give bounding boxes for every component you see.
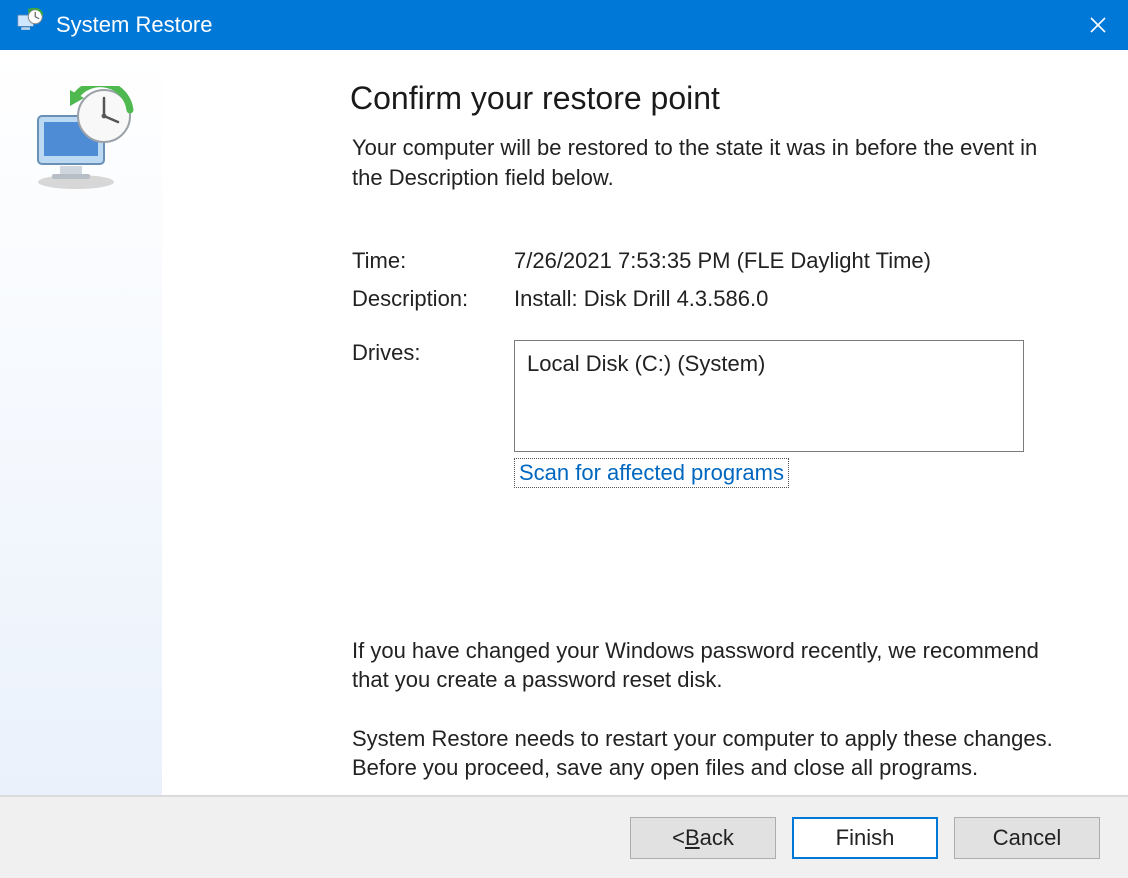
time-label: Time: xyxy=(352,248,514,274)
password-note: If you have changed your Windows passwor… xyxy=(352,636,1068,694)
restart-note: System Restore needs to restart your com… xyxy=(352,724,1068,782)
scan-affected-programs-link[interactable]: Scan for affected programs xyxy=(514,458,789,488)
wizard-content: Confirm your restore point Your computer… xyxy=(162,50,1128,795)
drives-item: Local Disk (C:) (System) xyxy=(527,351,765,376)
system-restore-icon xyxy=(16,8,44,42)
system-restore-illustration-icon xyxy=(26,86,136,795)
cancel-button[interactable]: Cancel xyxy=(954,817,1100,859)
description-label: Description: xyxy=(352,286,514,312)
time-row: Time: 7/26/2021 7:53:35 PM (FLE Daylight… xyxy=(352,248,1068,274)
drives-row: Drives: Local Disk (C:) (System) Scan fo… xyxy=(352,340,1068,488)
back-button[interactable]: < Back xyxy=(630,817,776,859)
close-button[interactable] xyxy=(1068,0,1128,50)
drives-label: Drives: xyxy=(352,340,514,366)
description-row: Description: Install: Disk Drill 4.3.586… xyxy=(352,286,1068,312)
wizard-body: Confirm your restore point Your computer… xyxy=(0,50,1128,796)
wizard-sidebar xyxy=(0,50,162,795)
drives-listbox[interactable]: Local Disk (C:) (System) xyxy=(514,340,1024,452)
time-value: 7/26/2021 7:53:35 PM (FLE Daylight Time) xyxy=(514,248,1068,274)
close-icon xyxy=(1089,16,1107,34)
title-bar: System Restore xyxy=(0,0,1128,50)
page-lead-text: Your computer will be restored to the st… xyxy=(352,133,1052,192)
description-value: Install: Disk Drill 4.3.586.0 xyxy=(514,286,1068,312)
wizard-footer: < Back Finish Cancel xyxy=(0,796,1128,878)
page-heading: Confirm your restore point xyxy=(350,80,1068,117)
finish-button[interactable]: Finish xyxy=(792,817,938,859)
window-title: System Restore xyxy=(56,12,213,38)
